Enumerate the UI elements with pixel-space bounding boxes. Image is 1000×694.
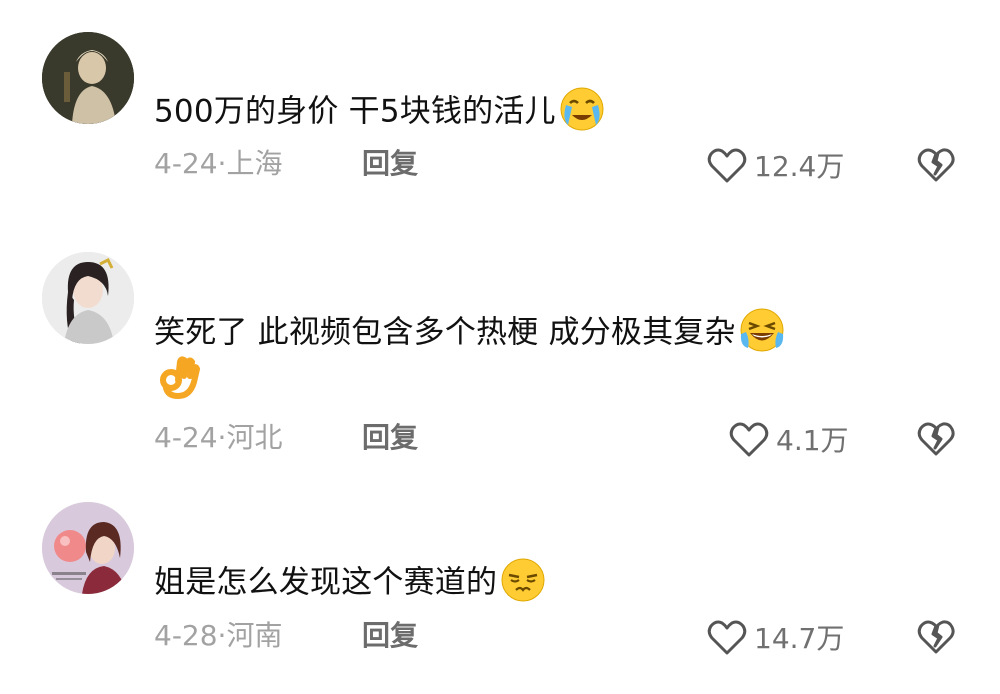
- comment-text-row: 500万的身价 干5块钱的活儿: [154, 87, 606, 137]
- laughing-tears-icon: [738, 306, 786, 354]
- avatar[interactable]: [42, 502, 134, 594]
- reply-button[interactable]: 回复: [362, 420, 418, 456]
- reply-button[interactable]: 回复: [362, 146, 418, 182]
- comment-meta: 4-24·河北 回复: [154, 420, 418, 456]
- like-button[interactable]: 14.7万: [706, 615, 844, 659]
- comment-date: 4-28·: [154, 619, 227, 652]
- crying-emoji-icon: [558, 85, 606, 133]
- heart-icon: [728, 419, 770, 459]
- comment-location: 河北: [226, 421, 283, 454]
- like-count: 12.4万: [754, 150, 845, 183]
- comment-date: 4-24·: [154, 147, 227, 180]
- comment-location: 上海: [226, 147, 283, 180]
- comment-meta: 4-28·河南 回复: [154, 618, 418, 654]
- like-button[interactable]: 4.1万: [728, 417, 849, 461]
- broken-heart-icon[interactable]: [916, 617, 956, 657]
- broken-heart-icon[interactable]: [916, 145, 956, 185]
- comment-text-row: 笑死了 此视频包含多个热梗 成分极其复杂: [154, 308, 786, 358]
- broken-heart-icon[interactable]: [916, 419, 956, 459]
- comment-text-row: [154, 356, 202, 406]
- avatar[interactable]: [42, 252, 134, 344]
- comment-text-row: 姐是怎么发现这个赛道的: [154, 558, 547, 608]
- ok-hand-icon: [154, 354, 202, 402]
- comment-meta: 4-24·上海 回复: [154, 146, 418, 182]
- comment-item: 姐是怎么发现这个赛道的 4-28·河南 回复 14.7万: [0, 470, 1000, 694]
- like-count: 4.1万: [776, 424, 849, 457]
- comment-date: 4-24·: [154, 421, 227, 454]
- comment-location: 河南: [226, 619, 283, 652]
- heart-icon: [706, 617, 748, 657]
- comment-item: 500万的身价 干5块钱的活儿 4-24·上海 回复 12.4万: [0, 0, 1000, 200]
- comment-text: 姐是怎么发现这个赛道的: [154, 564, 498, 601]
- reply-button[interactable]: 回复: [362, 618, 418, 654]
- comment-item: 笑死了 此视频包含多个热梗 成分极其复杂 4-24·河北 回复 4.1万: [0, 200, 1000, 470]
- comment-text: 500万的身价 干5块钱的活儿: [154, 93, 556, 130]
- like-button[interactable]: 12.4万: [706, 143, 844, 187]
- like-count: 14.7万: [754, 622, 845, 655]
- smirk-icon: [499, 556, 547, 604]
- heart-icon: [706, 145, 748, 185]
- comment-text: 笑死了 此视频包含多个热梗 成分极其复杂: [154, 314, 736, 351]
- avatar[interactable]: [42, 32, 134, 124]
